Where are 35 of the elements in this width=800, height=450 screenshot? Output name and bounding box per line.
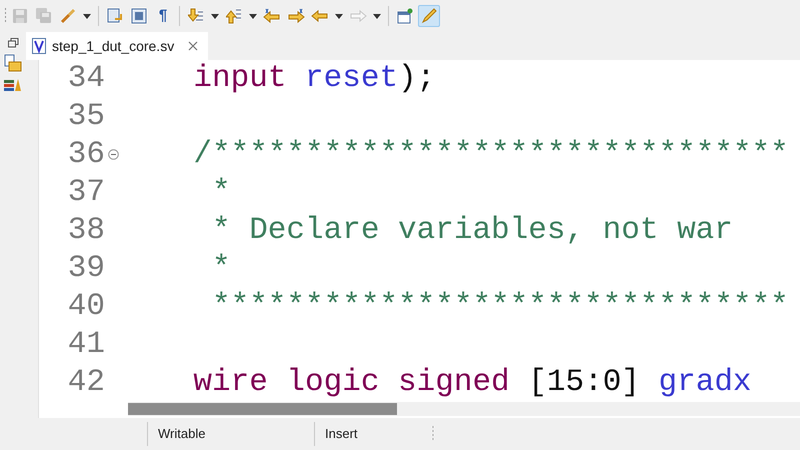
code-keyword: input [193, 61, 286, 96]
code-identifier: reset [305, 61, 398, 96]
line-number: 38 [68, 213, 105, 248]
line-number: 36 [68, 137, 105, 172]
code-comment: * Declare variables, not war [212, 213, 733, 248]
toolbar-grip [4, 7, 7, 25]
horizontal-scrollbar[interactable] [128, 402, 800, 416]
code-keyword: wire logic signed [193, 365, 510, 400]
code-identifier: gradx [658, 365, 752, 400]
code-comment: * [212, 175, 231, 210]
line-number: 39 [68, 251, 105, 286]
folder-document-icon[interactable] [4, 54, 22, 72]
code-text: [15:0] [528, 365, 640, 400]
line-number: 35 [68, 99, 105, 134]
code-comment: ******************************* [212, 289, 789, 324]
tab-label: step_1_dut_core.sv [52, 36, 174, 56]
scrollbar-thumb[interactable] [128, 403, 397, 415]
pilcrow-button[interactable]: ¶ [152, 5, 174, 27]
line-number: 37 [68, 175, 105, 210]
pencil-button[interactable] [418, 5, 440, 27]
line-number: 34 [68, 61, 105, 96]
line-number: 40 [68, 289, 105, 324]
status-text: Writable [158, 425, 206, 444]
fold-toggle-icon[interactable] [108, 149, 119, 160]
close-icon[interactable] [188, 41, 198, 51]
code-punctuation: ); [398, 61, 436, 96]
restore-icon[interactable] [8, 38, 18, 48]
status-text: Insert [325, 425, 358, 444]
editor-tab[interactable]: step_1_dut_core.sv [26, 32, 208, 60]
verilog-file-icon [32, 38, 46, 54]
code-comment: * [212, 251, 231, 286]
code-comment: /******************************* [193, 137, 789, 172]
line-number: 41 [68, 327, 105, 362]
line-number: 42 [68, 365, 105, 400]
books-icon[interactable] [4, 78, 22, 92]
